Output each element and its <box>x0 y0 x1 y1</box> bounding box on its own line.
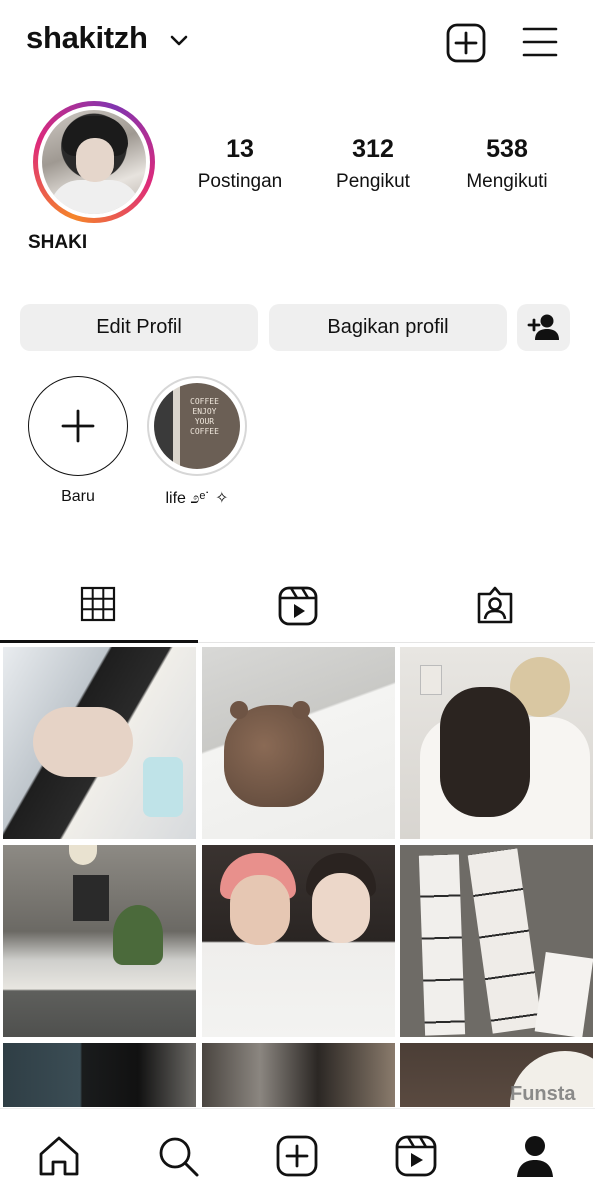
create-icon[interactable] <box>274 1133 320 1179</box>
post-thumbnail-5[interactable] <box>202 845 395 1037</box>
post-6-photo-strip-1 <box>418 854 466 1036</box>
post-1-face <box>33 707 133 777</box>
post-thumbnail-2[interactable] <box>202 647 395 839</box>
post-5-face-left <box>230 875 290 945</box>
active-tab-indicator <box>0 640 198 643</box>
profile-tabs <box>0 570 595 643</box>
stat-posts-label: Postingan <box>197 171 283 192</box>
tagged-icon <box>477 586 513 624</box>
post-6-photo-strip-3 <box>534 952 593 1037</box>
avatar-photo <box>42 110 146 214</box>
post-thumbnail-4[interactable] <box>3 845 196 1037</box>
highlight-life[interactable]: COFFEE ENJOY YOUR COFFEE life ೨ᵉ˙ ✧ <box>145 376 249 508</box>
search-icon[interactable] <box>155 1133 201 1179</box>
post-thumbnail-8[interactable] <box>202 1043 395 1107</box>
tab-reels[interactable] <box>198 570 396 643</box>
grid-icon <box>80 586 116 622</box>
tab-grid[interactable] <box>0 570 198 643</box>
highlight-life-thumbnail: COFFEE ENJOY YOUR COFFEE <box>154 383 240 469</box>
plus-icon <box>61 409 95 443</box>
profile-icon[interactable] <box>512 1133 558 1179</box>
share-profile-button[interactable]: Bagikan profil <box>269 304 507 351</box>
highlight-new-circle <box>28 376 128 476</box>
post-thumbnail-1[interactable] <box>3 647 196 839</box>
hamburger-menu-icon[interactable] <box>522 25 558 59</box>
edit-profile-button[interactable]: Edit Profil <box>20 304 258 351</box>
post-1-shirt <box>143 757 183 817</box>
stat-followers-count: 312 <box>352 135 394 163</box>
post-4-plant <box>113 905 163 965</box>
stat-following-count: 538 <box>486 135 528 163</box>
avatar-border <box>38 106 150 218</box>
stat-following[interactable]: 538 Mengikuti <box>442 135 572 196</box>
stat-posts-count: 13 <box>226 135 254 163</box>
post-thumbnail-6[interactable] <box>400 845 593 1037</box>
post-3-frame <box>420 665 442 695</box>
stat-following-label: Mengikuti <box>466 171 548 192</box>
post-thumbnail-9[interactable]: Funsta <box>400 1043 593 1107</box>
profile-avatar[interactable] <box>33 101 155 223</box>
discover-people-button[interactable] <box>517 304 570 351</box>
username-title[interactable]: shakitzh <box>26 20 148 56</box>
home-icon[interactable] <box>36 1133 82 1179</box>
plus-square-icon[interactable] <box>445 22 487 64</box>
funstar-watermark: Funsta <box>510 1083 576 1105</box>
post-5-face-right <box>312 873 370 943</box>
post-2-bear-ear-right <box>292 701 310 719</box>
post-4-lamp <box>69 845 97 865</box>
top-bar: shakitzh <box>0 0 595 84</box>
highlight-life-label: life ೨ᵉ˙ ✧ <box>165 490 229 507</box>
tab-divider <box>198 642 595 643</box>
post-4-menu-board <box>73 875 109 921</box>
tab-tagged[interactable] <box>396 570 594 643</box>
stat-followers-label: Pengikut <box>336 171 410 192</box>
stat-followers[interactable]: 312 Pengikut <box>308 135 438 196</box>
post-thumbnail-3[interactable] <box>400 647 593 839</box>
post-6-photo-strip-2 <box>467 848 543 1034</box>
bottom-navigation <box>0 1108 595 1200</box>
highlight-life-circle: COFFEE ENJOY YOUR COFFEE <box>147 376 247 476</box>
highlight-thumb-text: COFFEE ENJOY YOUR COFFEE <box>190 397 219 436</box>
stat-posts[interactable]: 13 Postingan <box>175 135 305 196</box>
avatar-face <box>76 138 114 182</box>
post-thumbnail-7[interactable] <box>3 1043 196 1107</box>
add-person-icon <box>527 314 559 340</box>
chevron-down-icon[interactable] <box>168 30 190 52</box>
post-3-dog <box>440 687 530 817</box>
highlight-new[interactable]: Baru <box>26 376 130 506</box>
reels-nav-icon[interactable] <box>393 1133 439 1179</box>
highlight-new-label: Baru <box>61 488 95 505</box>
reels-icon <box>278 586 318 626</box>
display-name: SHAKI <box>28 232 88 253</box>
avatar-shirt <box>50 180 140 214</box>
post-2-bear <box>224 705 324 807</box>
post-2-bear-ear-left <box>230 701 248 719</box>
